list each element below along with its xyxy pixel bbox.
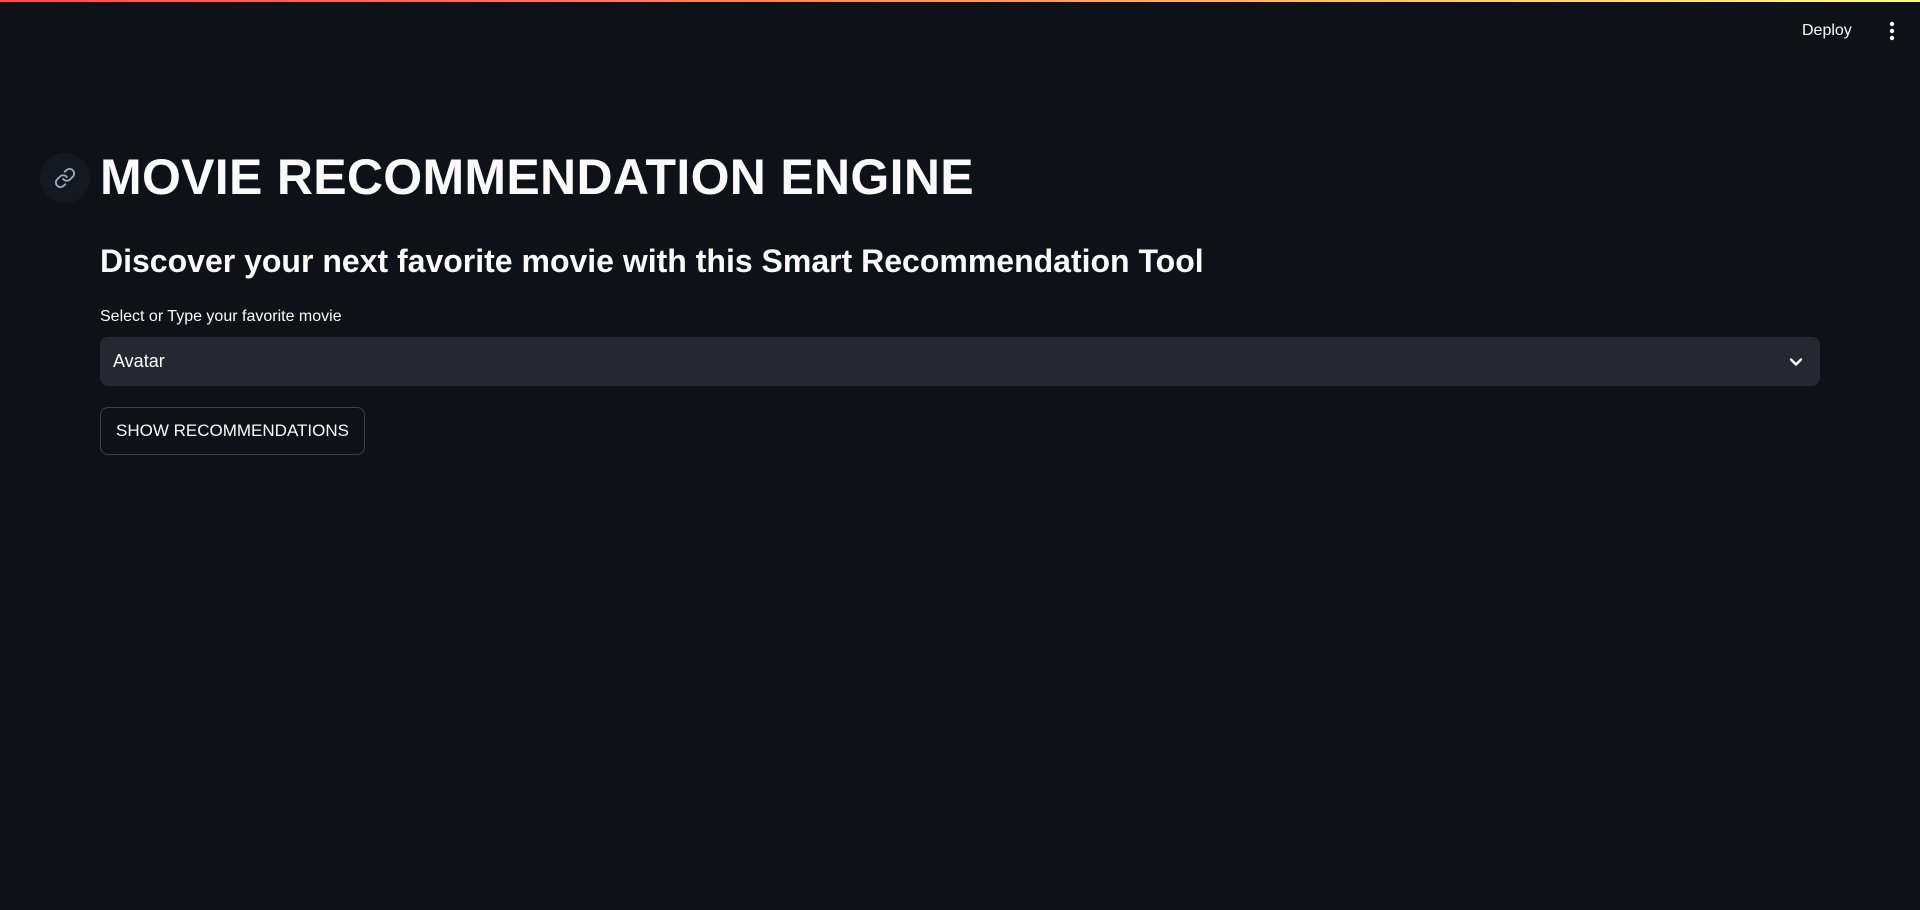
vertical-ellipsis-icon: [1889, 21, 1895, 41]
chevron-down-icon[interactable]: [1786, 352, 1806, 372]
deploy-button[interactable]: Deploy: [1796, 18, 1858, 44]
link-icon: [54, 167, 76, 189]
page-title: MOVIE RECOMMENDATION ENGINE: [100, 149, 974, 205]
show-recommendations-button[interactable]: SHOW RECOMMENDATIONS: [100, 407, 365, 455]
page-subtitle: Discover your next favorite movie with t…: [100, 243, 1204, 279]
movie-select-value[interactable]: Avatar: [113, 337, 165, 386]
main-menu-button[interactable]: [1878, 17, 1906, 45]
movie-select[interactable]: Avatar: [100, 337, 1820, 386]
movie-select-label: Select or Type your favorite movie: [100, 308, 342, 325]
app-header: Deploy: [0, 2, 1920, 58]
title-anchor-link[interactable]: [40, 153, 90, 203]
